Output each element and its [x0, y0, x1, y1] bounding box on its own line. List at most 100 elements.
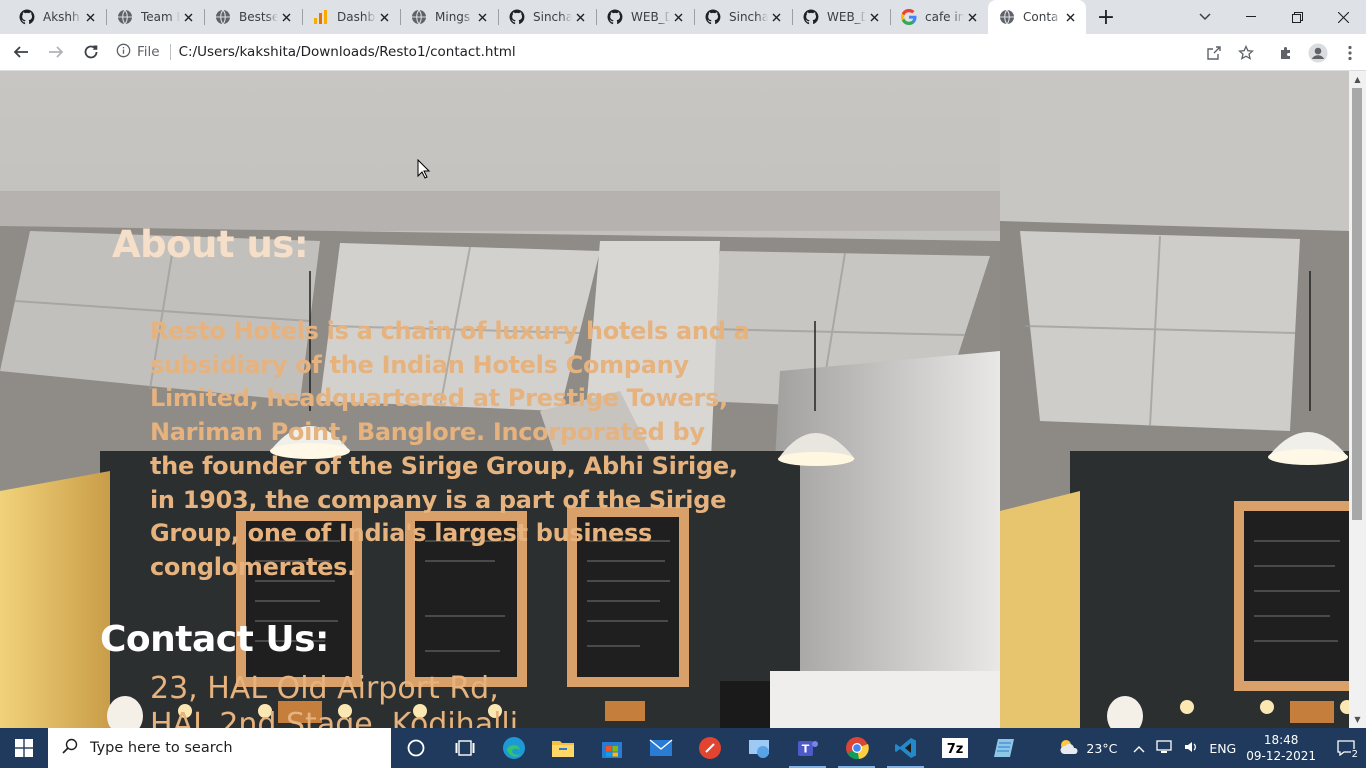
tab-title: Mings	[435, 10, 471, 24]
tab-title: Conta	[1023, 10, 1059, 24]
mail-icon[interactable]	[636, 728, 685, 768]
browser-tab[interactable]: WEB_D	[596, 0, 694, 34]
tab-title: WEB_D	[631, 10, 670, 24]
forward-button[interactable]	[40, 36, 72, 68]
bookmark-star-icon[interactable]	[1230, 37, 1262, 69]
control-panel-icon[interactable]	[734, 728, 783, 768]
browser-tab[interactable]: Conta	[988, 0, 1086, 34]
vscode-icon[interactable]	[881, 728, 930, 768]
tab-close-icon[interactable]	[964, 9, 980, 25]
volume-icon[interactable]	[1183, 739, 1199, 758]
reload-button[interactable]	[75, 36, 107, 68]
browser-tab[interactable]: Team E	[106, 0, 204, 34]
notification-count: 2	[1350, 749, 1359, 760]
browser-menu-icon[interactable]	[1334, 37, 1366, 69]
browser-tab[interactable]: cafe in	[890, 0, 988, 34]
tab-title: Sincha	[729, 10, 768, 24]
network-icon[interactable]	[1155, 739, 1173, 758]
url-text[interactable]: C:/Users/kakshita/Downloads/Resto1/conta…	[179, 44, 516, 60]
start-button[interactable]	[0, 728, 48, 768]
forward-arrow-icon	[49, 46, 64, 58]
restore-button[interactable]	[1274, 0, 1320, 34]
tab-close-icon[interactable]	[180, 9, 196, 25]
github-icon	[509, 9, 525, 25]
weather-temp[interactable]: 23°C	[1086, 741, 1117, 756]
taskbar-search-box[interactable]: Type here to search	[48, 728, 391, 768]
browser-tab[interactable]: WEB_D	[792, 0, 890, 34]
globe-icon	[117, 9, 133, 25]
tab-close-icon[interactable]	[866, 9, 882, 25]
scheme-label: File	[137, 44, 160, 60]
github-icon	[19, 9, 35, 25]
tab-title: Team E	[141, 10, 180, 24]
scroll-up-arrow-icon[interactable]: ▲	[1349, 71, 1366, 88]
git-app-icon[interactable]	[685, 728, 734, 768]
site-info-icon[interactable]	[116, 43, 131, 62]
address-line-2: HAL 2nd Stage, Kodihalli,	[150, 707, 528, 728]
windows-taskbar: Type here to search T 7z 23°C ENG 18:48 …	[0, 728, 1366, 768]
teams-icon[interactable]: T	[783, 728, 832, 768]
tab-title: Sincha	[533, 10, 572, 24]
browser-tab[interactable]: Mings	[400, 0, 498, 34]
github-icon	[607, 9, 623, 25]
browser-tab[interactable]: Dashb	[302, 0, 400, 34]
tab-close-icon[interactable]	[376, 9, 392, 25]
browser-tab[interactable]: Sincha	[694, 0, 792, 34]
task-view-icon[interactable]	[440, 728, 489, 768]
tab-close-icon[interactable]	[82, 9, 98, 25]
address-bar[interactable]: File C:/Users/kakshita/Downloads/Resto1/…	[108, 37, 1258, 67]
system-tray: 23°C ENG 18:48 09-12-2021 2	[1058, 728, 1366, 768]
tab-close-icon[interactable]	[474, 9, 490, 25]
close-window-button[interactable]	[1320, 0, 1366, 34]
tab-strip: Akshh Team E Bestse Dashb Mings Sincha WEB_D Si…	[0, 0, 1366, 34]
window-controls	[1228, 0, 1366, 34]
new-tab-button[interactable]: +	[1090, 0, 1122, 34]
tab-title: Dashb	[337, 10, 376, 24]
github-icon	[803, 9, 819, 25]
scroll-down-arrow-icon[interactable]: ▼	[1349, 711, 1366, 728]
tab-close-icon[interactable]	[572, 9, 588, 25]
tab-close-icon[interactable]	[278, 9, 294, 25]
tab-close-icon[interactable]	[1062, 9, 1078, 25]
microsoft-store-icon[interactable]	[587, 728, 636, 768]
7zip-icon[interactable]: 7z	[930, 728, 979, 768]
about-paragraph: Resto Hotels is a chain of luxury hotels…	[150, 317, 750, 581]
globe-icon	[215, 9, 231, 25]
back-button[interactable]	[5, 36, 37, 68]
clock-date: 09-12-2021	[1246, 749, 1316, 763]
contact-heading: Contact Us:	[100, 619, 329, 660]
cortana-icon[interactable]	[391, 728, 440, 768]
github-icon	[705, 9, 721, 25]
globe-icon	[411, 9, 427, 25]
contact-address: 23, HAL Old Airport Rd, HAL 2nd Stage, K…	[150, 671, 850, 728]
chrome-icon[interactable]	[832, 728, 881, 768]
tab-close-icon[interactable]	[670, 9, 686, 25]
weather-icon[interactable]	[1058, 738, 1080, 759]
extensions-puzzle-icon[interactable]	[1270, 37, 1302, 69]
clock[interactable]: 18:48 09-12-2021	[1246, 732, 1316, 764]
cafe-background-image-repeat	[1000, 71, 1349, 728]
search-icon	[62, 738, 78, 758]
tab-title: Bestse	[239, 10, 278, 24]
share-icon[interactable]	[1198, 37, 1230, 69]
file-explorer-icon[interactable]	[538, 728, 587, 768]
minimize-button[interactable]	[1228, 0, 1274, 34]
browser-tab[interactable]: Akshh	[8, 0, 106, 34]
notepad-icon[interactable]	[979, 728, 1028, 768]
profile-avatar-icon[interactable]	[1302, 37, 1334, 69]
search-placeholder: Type here to search	[90, 740, 233, 756]
show-hidden-icons-chevron-icon[interactable]	[1133, 741, 1145, 756]
edge-browser-icon[interactable]	[489, 728, 538, 768]
back-arrow-icon	[13, 46, 28, 58]
browser-tab[interactable]: Bestse	[204, 0, 302, 34]
notification-center-icon[interactable]: 2	[1326, 728, 1366, 768]
tab-title: Akshh	[43, 10, 80, 24]
language-indicator[interactable]: ENG	[1209, 741, 1236, 756]
browser-tab[interactable]: Sincha	[498, 0, 596, 34]
about-heading: About us:	[112, 223, 309, 266]
page-scrollbar[interactable]: ▲ ▼	[1349, 71, 1366, 728]
scrollbar-thumb[interactable]	[1352, 88, 1362, 520]
tab-close-icon[interactable]	[768, 9, 784, 25]
google-icon	[901, 9, 917, 25]
tab-search-chevron-icon[interactable]	[1182, 0, 1228, 34]
